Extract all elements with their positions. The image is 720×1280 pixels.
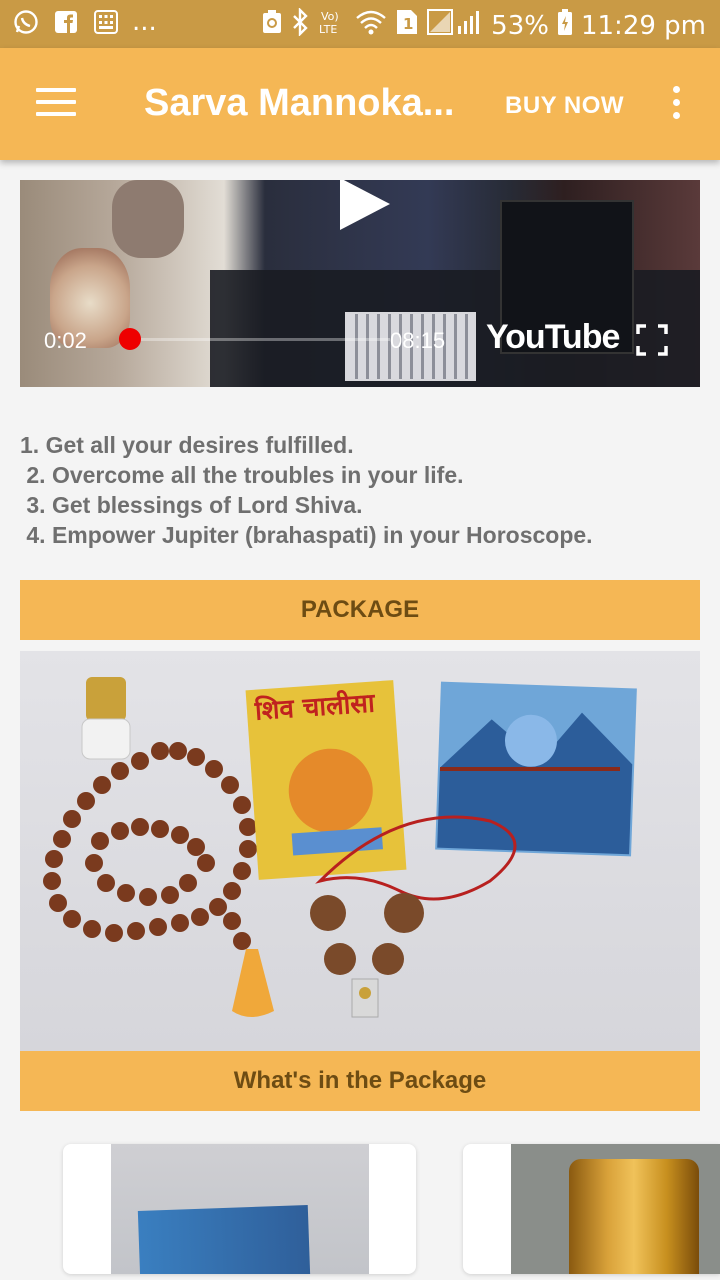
battery-icon <box>557 8 573 43</box>
page-title: Sarva Mannoka... <box>144 82 455 124</box>
bottle <box>81 718 131 760</box>
item-image <box>511 1144 720 1274</box>
item-image <box>111 1144 369 1274</box>
svg-text:LTE: LTE <box>319 23 337 36</box>
package-button[interactable]: PACKAGE <box>20 580 700 640</box>
calculator-icon <box>92 8 120 36</box>
more-notifications: ... <box>132 7 157 37</box>
list-item: 2. Overcome all the troubles in your lif… <box>20 462 464 488</box>
seek-handle[interactable] <box>119 328 142 350</box>
video-duration: 08:15 <box>390 328 446 353</box>
shiva-picture-thumb <box>137 1205 311 1274</box>
rudraksha-bead <box>384 893 424 933</box>
benefits-list: 1. Get all your desires fulfilled. 2. Ov… <box>20 430 700 550</box>
overflow-menu-icon[interactable] <box>666 86 686 126</box>
buy-now-button[interactable]: BUY NOW <box>505 92 624 120</box>
svg-text:Vo): Vo) <box>321 10 339 23</box>
play-icon[interactable] <box>340 180 390 230</box>
menu-icon[interactable] <box>36 88 76 120</box>
shiv-chalisa-book: शिव चालीसा <box>245 680 407 880</box>
package-item-card[interactable] <box>63 1144 416 1274</box>
volte-icon: Vo) LTE <box>317 8 347 43</box>
pendant-stone <box>359 987 371 999</box>
seek-bar[interactable] <box>130 338 390 341</box>
package-item-card[interactable] <box>463 1144 720 1274</box>
battery-percent: 53% <box>491 10 549 41</box>
bottle-cap <box>86 677 126 721</box>
whatsapp-icon <box>12 8 40 36</box>
buddha-statue-image <box>112 180 184 258</box>
youtube-logo[interactable]: YouTube <box>486 318 620 357</box>
rudraksha-bead <box>310 895 346 931</box>
list-item: 3. Get blessings of Lord Shiva. <box>20 492 363 518</box>
package-caption: What's in the Package <box>20 1051 700 1111</box>
list-item: 4. Empower Jupiter (brahaspati) in your … <box>20 522 593 548</box>
package-photo: शिव चालीसा <box>20 651 700 1051</box>
youtube-video-player[interactable]: 0:02 08:15 YouTube <box>20 180 700 387</box>
bottle-cap-thumb <box>569 1159 699 1274</box>
sim-icon: 1 <box>395 8 419 43</box>
sim-badge: 1 <box>403 15 413 33</box>
rudraksha-bead <box>372 943 404 975</box>
facebook-icon <box>52 8 80 36</box>
list-item: 1. Get all your desires fulfilled. <box>20 432 354 458</box>
bluetooth-icon <box>291 7 309 43</box>
battery-saver-icon <box>261 9 283 42</box>
clock: 11:29 pm <box>580 10 706 41</box>
wifi-icon <box>355 8 387 43</box>
package-illustration: शिव चालीसा <box>43 677 637 1018</box>
fullscreen-icon[interactable] <box>636 324 668 356</box>
rudraksha-bead <box>324 943 356 975</box>
status-bar: ... Vo) LTE 1 53% 11:29 pm <box>0 0 720 48</box>
signal-icon <box>427 8 483 43</box>
current-time: 0:02 <box>44 328 87 353</box>
app-bar: Sarva Mannoka... BUY NOW <box>0 48 720 160</box>
tassel <box>232 949 274 1017</box>
rudraksha-mala <box>43 742 257 950</box>
